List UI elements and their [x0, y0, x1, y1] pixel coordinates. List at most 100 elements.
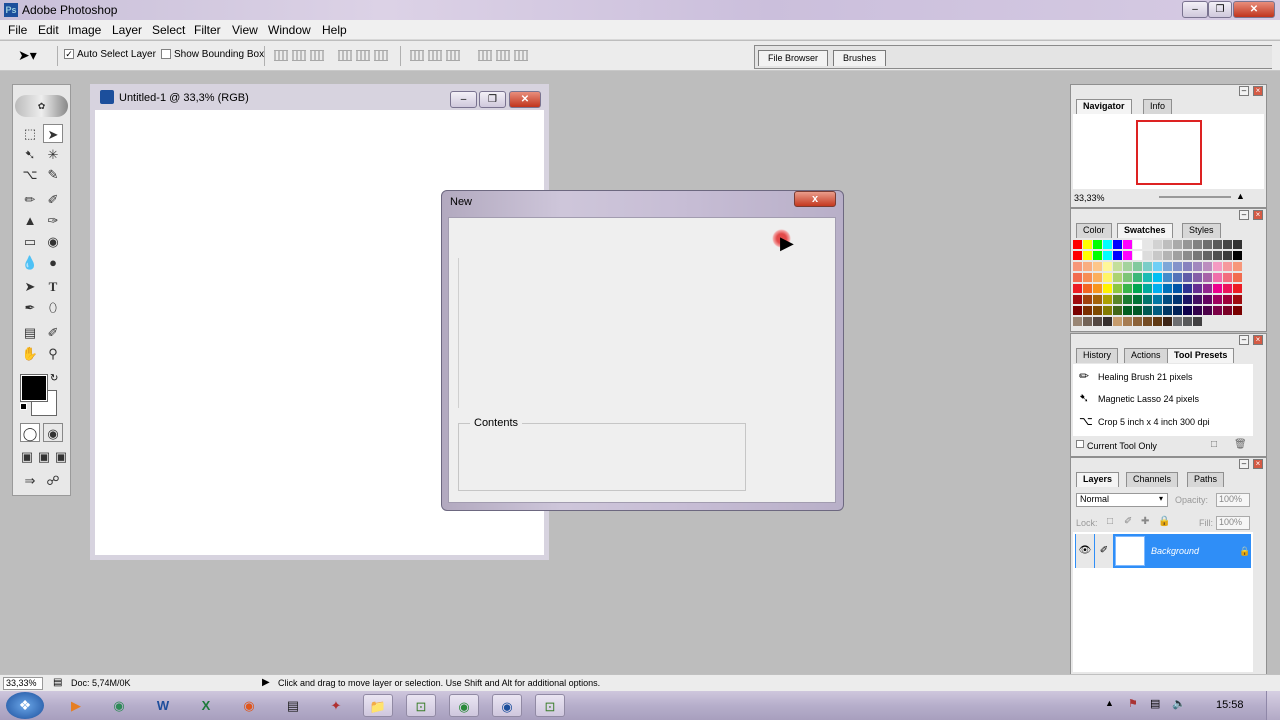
color-swatch[interactable]: [1093, 317, 1103, 327]
quick-mask-icon[interactable]: ◉: [43, 423, 63, 442]
color-swatch[interactable]: [1133, 240, 1143, 250]
tray-volume-icon[interactable]: 🔈: [1172, 697, 1186, 710]
color-swatch[interactable]: [1073, 317, 1083, 327]
doc-minimize-button[interactable]: –: [450, 91, 477, 108]
color-swatch[interactable]: [1173, 317, 1183, 327]
color-swatch[interactable]: [1183, 295, 1193, 305]
color-swatch[interactable]: [1233, 306, 1243, 316]
minimize-button[interactable]: –: [1182, 1, 1208, 18]
folder-icon[interactable]: 📁: [363, 694, 393, 717]
tab-color[interactable]: Color: [1076, 223, 1112, 238]
pen-tool-icon[interactable]: ✒: [20, 298, 40, 317]
color-swatch[interactable]: [1103, 262, 1113, 272]
color-swatch[interactable]: [1133, 251, 1143, 261]
distribute-left-icon[interactable]: [478, 50, 492, 61]
lasso-tool-icon[interactable]: ➷: [20, 145, 40, 164]
menu-layer[interactable]: Layer: [112, 23, 142, 37]
crop-tool-icon[interactable]: ⌥: [20, 165, 40, 184]
blur-tool-icon[interactable]: 💧: [20, 253, 40, 272]
marquee-tool-icon[interactable]: ⬚: [20, 124, 40, 143]
color-swatch[interactable]: [1083, 262, 1093, 272]
color-swatch[interactable]: [1133, 295, 1143, 305]
standard-mode-icon[interactable]: ◯: [20, 423, 40, 442]
color-swatch[interactable]: [1123, 284, 1133, 294]
color-swatch[interactable]: [1073, 240, 1083, 250]
color-swatch[interactable]: [1083, 240, 1093, 250]
color-swatch[interactable]: [1163, 240, 1173, 250]
move-tool-preset-icon[interactable]: ➤▾: [18, 47, 37, 64]
color-swatch[interactable]: [1183, 306, 1193, 316]
notepad-icon[interactable]: ▤: [278, 694, 308, 717]
camtasia-icon[interactable]: ⊡: [406, 694, 436, 717]
color-swatch[interactable]: [1193, 240, 1203, 250]
tray-clock[interactable]: 15:58: [1216, 699, 1244, 711]
blend-mode-select[interactable]: Normal: [1076, 493, 1168, 507]
eyedropper-tool-icon[interactable]: ✐: [43, 323, 63, 342]
dodge-tool-icon[interactable]: ●: [43, 253, 63, 272]
distribute-vcenter-icon[interactable]: [428, 50, 442, 61]
color-swatch[interactable]: [1223, 284, 1233, 294]
color-swatch[interactable]: [1213, 273, 1223, 283]
camtasia-2-icon[interactable]: ⊡: [535, 694, 565, 717]
fill-field[interactable]: 100%: [1216, 516, 1250, 530]
color-swatch[interactable]: [1163, 284, 1173, 294]
tab-actions[interactable]: Actions: [1124, 348, 1168, 363]
color-swatch[interactable]: [1093, 306, 1103, 316]
color-swatch[interactable]: [1143, 306, 1153, 316]
align-right-icon[interactable]: [374, 50, 388, 61]
color-swatch[interactable]: [1113, 284, 1123, 294]
color-swatch[interactable]: [1183, 251, 1193, 261]
color-swatch[interactable]: [1233, 284, 1243, 294]
color-swatch[interactable]: [1133, 273, 1143, 283]
panel-minimize-icon[interactable]: –: [1239, 459, 1249, 469]
color-swatch[interactable]: [1113, 295, 1123, 305]
zoom-in-icon[interactable]: ▲: [1236, 191, 1245, 201]
word-icon[interactable]: W: [148, 694, 178, 717]
menu-view[interactable]: View: [232, 23, 258, 37]
distribute-bottom-icon[interactable]: [446, 50, 460, 61]
color-swatch[interactable]: [1133, 284, 1143, 294]
color-swatch[interactable]: [1153, 273, 1163, 283]
color-swatch[interactable]: [1123, 251, 1133, 261]
menu-window[interactable]: Window: [268, 23, 311, 37]
color-swatch[interactable]: [1143, 240, 1153, 250]
color-swatch[interactable]: [1223, 262, 1233, 272]
chrome-icon[interactable]: ◉: [449, 694, 479, 717]
color-swatch[interactable]: [1073, 251, 1083, 261]
menu-edit[interactable]: Edit: [38, 23, 59, 37]
type-tool-icon[interactable]: T: [43, 277, 63, 296]
preset-item[interactable]: Magnetic Lasso 24 pixels: [1098, 394, 1199, 404]
color-swatch[interactable]: [1113, 317, 1123, 327]
color-swatch[interactable]: [1233, 251, 1243, 261]
color-swatch[interactable]: [1093, 240, 1103, 250]
color-swatch[interactable]: [1193, 317, 1203, 327]
menu-help[interactable]: Help: [322, 23, 347, 37]
color-swatch[interactable]: [1083, 295, 1093, 305]
path-selection-tool-icon[interactable]: ➤: [20, 277, 40, 296]
menu-select[interactable]: Select: [152, 23, 185, 37]
panel-close-icon[interactable]: ×: [1253, 86, 1263, 96]
color-swatch[interactable]: [1143, 273, 1153, 283]
color-swatch[interactable]: [1213, 284, 1223, 294]
color-swatch[interactable]: [1093, 251, 1103, 261]
color-swatch[interactable]: [1103, 284, 1113, 294]
full-screen-icon[interactable]: ▣: [51, 447, 71, 466]
lock-all-icon[interactable]: 🔒: [1158, 516, 1170, 527]
photoshop-taskbar-icon[interactable]: ◉: [492, 694, 522, 717]
color-swatch[interactable]: [1203, 273, 1213, 283]
color-swatch[interactable]: [1113, 262, 1123, 272]
color-swatch[interactable]: [1223, 240, 1233, 250]
color-swatch[interactable]: [1183, 317, 1193, 327]
color-swatch[interactable]: [1083, 273, 1093, 283]
color-swatch[interactable]: [1113, 251, 1123, 261]
tab-brushes[interactable]: Brushes: [833, 50, 887, 66]
panel-close-icon[interactable]: ×: [1253, 210, 1263, 220]
tab-layers[interactable]: Layers: [1076, 472, 1120, 487]
tray-expand-icon[interactable]: ▲: [1105, 698, 1114, 708]
color-swatch[interactable]: [1193, 262, 1203, 272]
auto-select-checkbox[interactable]: ✓: [64, 49, 74, 59]
color-swatch[interactable]: [1083, 306, 1093, 316]
color-swatch[interactable]: [1153, 295, 1163, 305]
color-swatch[interactable]: [1153, 317, 1163, 327]
navigator-view-box[interactable]: [1136, 120, 1202, 185]
